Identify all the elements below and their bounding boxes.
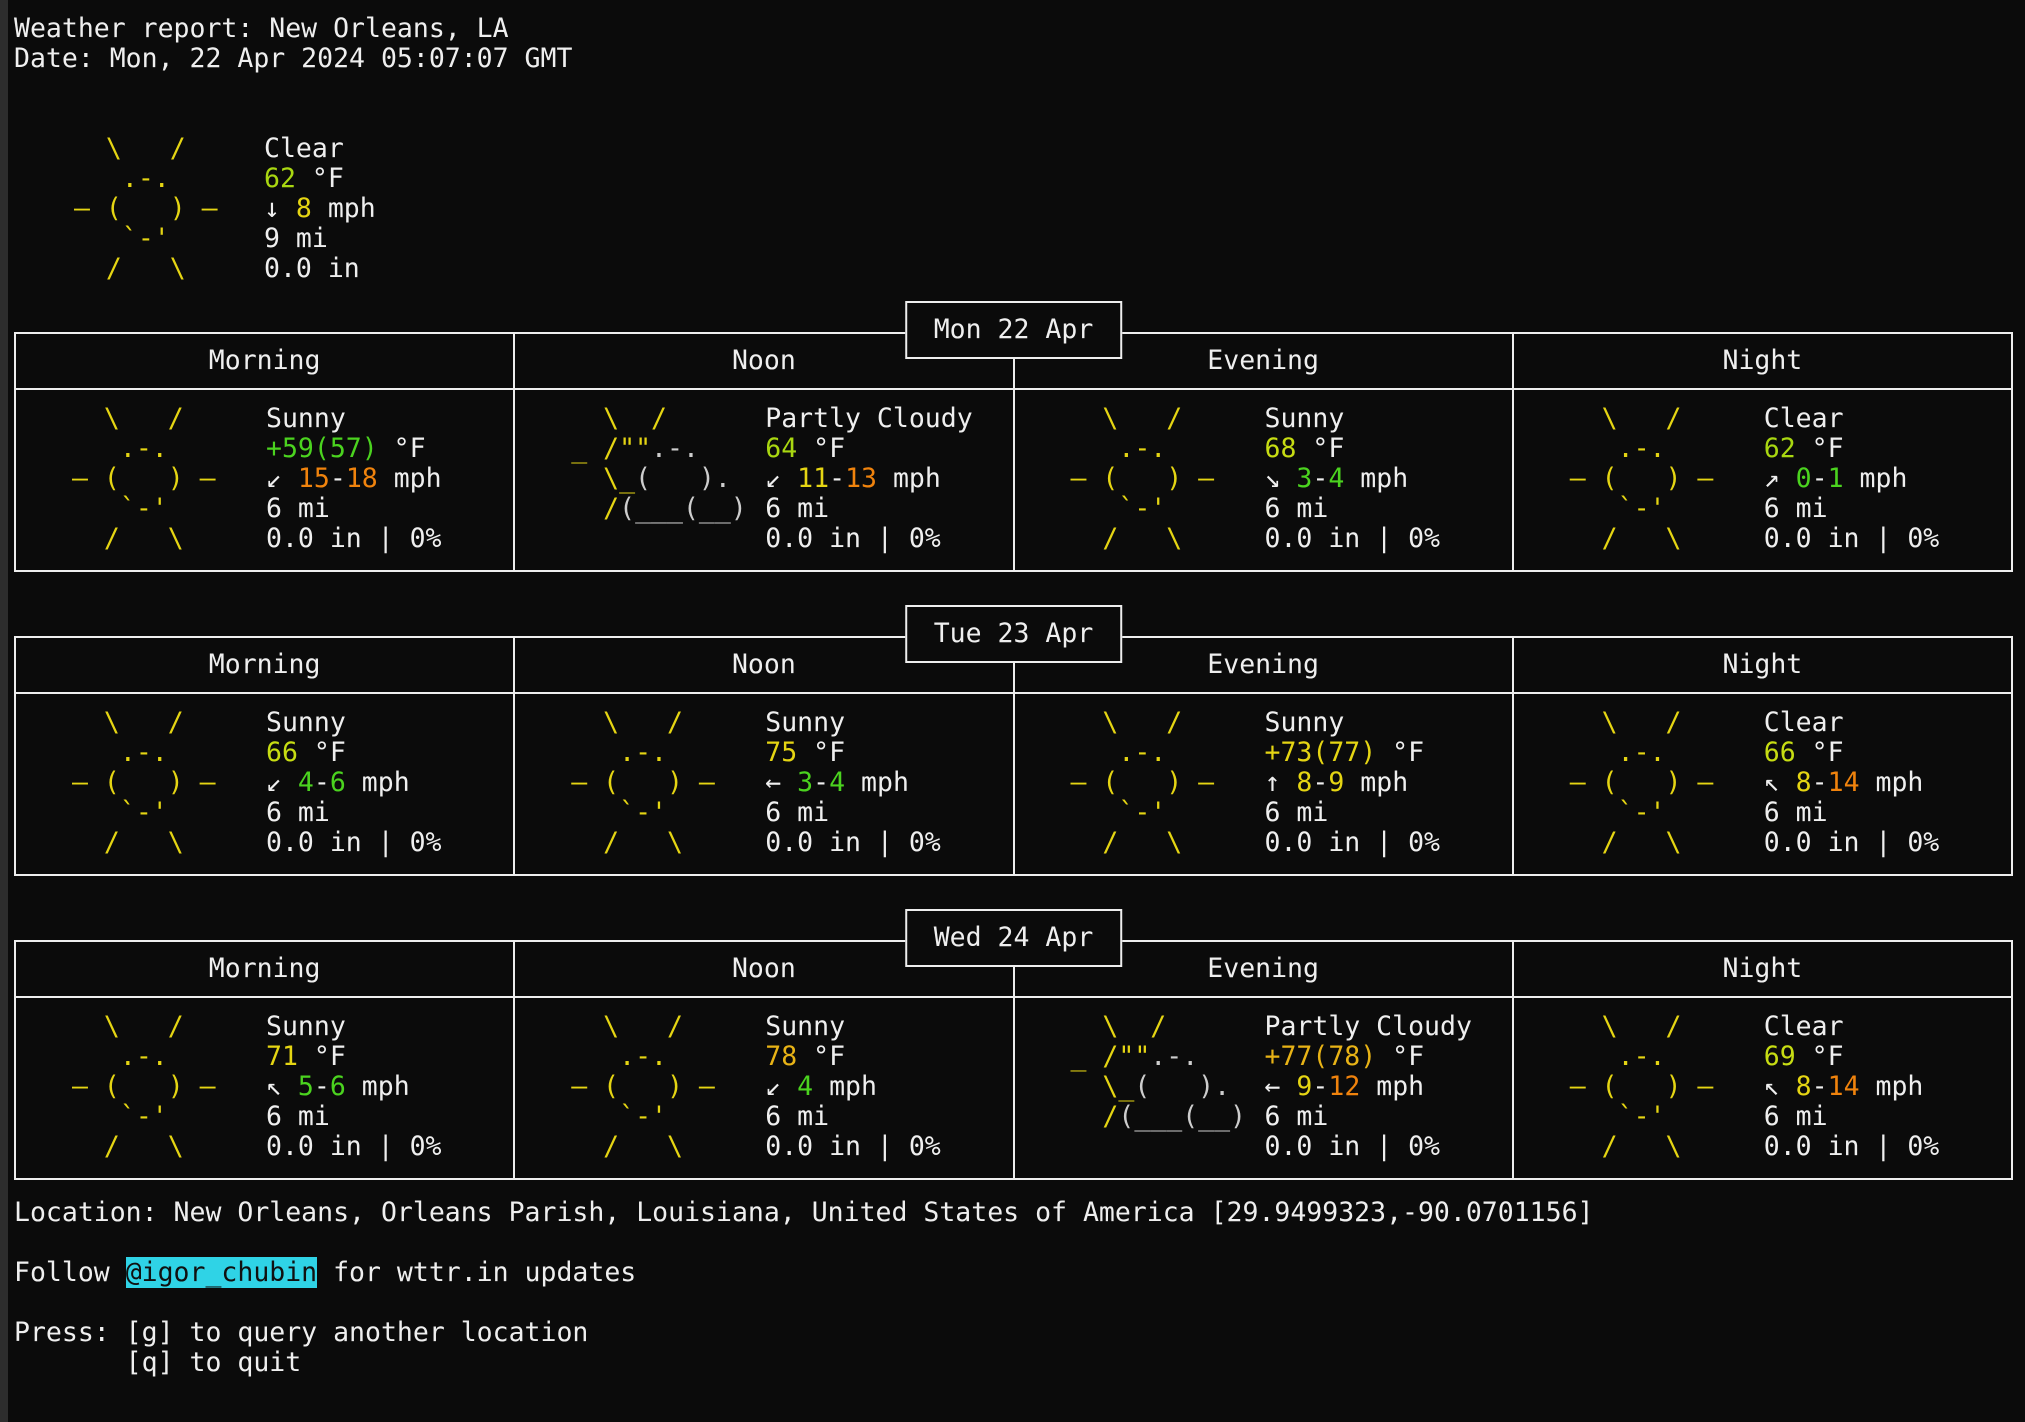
forecast-cell-wed-morning: \ / .-. ― ( ) ― `-' / \ Sunny 71 °F ↖ 5-…	[16, 998, 513, 1178]
date-box-tue: Tue 23 Apr	[905, 605, 1123, 663]
sun-icon: \ / .-. ― ( ) ― `-' / \	[14, 134, 264, 284]
date-box-wed: Wed 24 Apr	[905, 909, 1123, 967]
partly-cloudy-icon: \ / _ /"".-. \_( ). /(___(__)	[1015, 1012, 1265, 1162]
column-header-night: Night	[1512, 334, 2011, 388]
cell-info: Partly Cloudy 64 °F ↙ 11-13 mph 6 mi 0.0…	[765, 404, 972, 554]
cell-info: Sunny 68 °F ↘ 3-4 mph 6 mi 0.0 in | 0%	[1265, 404, 1441, 554]
forecast-cell-wed-noon: \ / .-. ― ( ) ― `-' / \ Sunny 78 °F ↙ 4 …	[513, 998, 1012, 1178]
sun-icon: \ / .-. ― ( ) ― `-' / \	[515, 1012, 765, 1162]
cell-info: Sunny 66 °F ↙ 4-6 mph 6 mi 0.0 in | 0%	[266, 708, 442, 858]
column-header-morning: Morning	[16, 334, 513, 388]
column-header-night: Night	[1512, 638, 2011, 692]
forecast-row: \ / .-. ― ( ) ― `-' / \ Sunny +59(57) °F…	[16, 390, 2011, 570]
follow-line: Follow @igor_chubin for wttr.in updates	[14, 1258, 2025, 1288]
forecast-cell-tue-morning: \ / .-. ― ( ) ― `-' / \ Sunny 66 °F ↙ 4-…	[16, 694, 513, 874]
column-header-night: Night	[1512, 942, 2011, 996]
follow-prefix: Follow	[14, 1257, 126, 1288]
sun-icon: \ / .-. ― ( ) ― `-' / \	[16, 708, 266, 858]
cell-info: Clear 69 °F ↖ 8-14 mph 6 mi 0.0 in | 0%	[1764, 1012, 1940, 1162]
sun-icon: \ / .-. ― ( ) ― `-' / \	[515, 708, 765, 858]
sun-icon: \ / .-. ― ( ) ― `-' / \	[1514, 1012, 1764, 1162]
cell-info: Sunny +59(57) °F ↙ 15-18 mph 6 mi 0.0 in…	[266, 404, 442, 554]
cell-info: Clear 62 °F ↗ 0-1 mph 6 mi 0.0 in | 0%	[1764, 404, 1940, 554]
sun-icon: \ / .-. ― ( ) ― `-' / \	[1514, 708, 1764, 858]
sun-icon: \ / .-. ― ( ) ― `-' / \	[16, 1012, 266, 1162]
sun-icon: \ / .-. ― ( ) ― `-' / \	[1514, 404, 1764, 554]
report-title: Weather report: New Orleans, LA	[14, 14, 2025, 44]
forecast-row: \ / .-. ― ( ) ― `-' / \ Sunny 66 °F ↙ 4-…	[16, 694, 2011, 874]
forecast-cell-mon-noon: \ / _ /"".-. \_( ). /(___(__)Partly Clou…	[513, 390, 1012, 570]
forecast-cell-mon-morning: \ / .-. ― ( ) ― `-' / \ Sunny +59(57) °F…	[16, 390, 513, 570]
current-conditions: \ / .-. ― ( ) ― `-' / \ Clear 62 °F ↓ 8 …	[14, 134, 2025, 284]
current-conditions-info: Clear 62 °F ↓ 8 mph 9 mi 0.0 in	[264, 134, 376, 284]
footer: Location: New Orleans, Orleans Parish, L…	[14, 1198, 2025, 1378]
column-header-morning: Morning	[16, 942, 513, 996]
cell-info: Clear 66 °F ↖ 8-14 mph 6 mi 0.0 in | 0%	[1764, 708, 1940, 858]
date-box-mon: Mon 22 Apr	[905, 301, 1123, 359]
cell-info: Sunny 71 °F ↖ 5-6 mph 6 mi 0.0 in | 0%	[266, 1012, 442, 1162]
forecast-sections: Mon 22 AprMorningNoonEveningNight \ / .-…	[14, 332, 2025, 1180]
column-header-morning: Morning	[16, 638, 513, 692]
cell-info: Partly Cloudy +77(78) °F ← 9-12 mph 6 mi…	[1265, 1012, 1472, 1162]
forecast-cell-wed-evening: \ / _ /"".-. \_( ). /(___(__)Partly Clou…	[1013, 998, 1512, 1178]
partly-cloudy-icon: \ / _ /"".-. \_( ). /(___(__)	[515, 404, 765, 554]
forecast-cell-tue-evening: \ / .-. ― ( ) ― `-' / \ Sunny +73(77) °F…	[1013, 694, 1512, 874]
day-section-mon: Mon 22 AprMorningNoonEveningNight \ / .-…	[14, 332, 2013, 572]
forecast-cell-tue-noon: \ / .-. ― ( ) ― `-' / \ Sunny 75 °F ← 3-…	[513, 694, 1012, 874]
cell-info: Sunny 75 °F ← 3-4 mph 6 mi 0.0 in | 0%	[765, 708, 941, 858]
cell-info: Sunny 78 °F ↙ 4 mph 6 mi 0.0 in | 0%	[765, 1012, 941, 1162]
cell-info: Sunny +73(77) °F ↑ 8-9 mph 6 mi 0.0 in |…	[1265, 708, 1441, 858]
terminal-screen[interactable]: Weather report: New Orleans, LA Date: Mo…	[0, 0, 2025, 1422]
twitter-handle: @igor_chubin	[126, 1257, 317, 1288]
press-hint-quit: [q] to quit	[14, 1348, 2025, 1378]
forecast-cell-mon-evening: \ / .-. ― ( ) ― `-' / \ Sunny 68 °F ↘ 3-…	[1013, 390, 1512, 570]
forecast-cell-wed-night: \ / .-. ― ( ) ― `-' / \ Clear 69 °F ↖ 8-…	[1512, 998, 2011, 1178]
day-section-tue: Tue 23 AprMorningNoonEveningNight \ / .-…	[14, 636, 2013, 876]
forecast-cell-mon-night: \ / .-. ― ( ) ― `-' / \ Clear 62 °F ↗ 0-…	[1512, 390, 2011, 570]
location-line: Location: New Orleans, Orleans Parish, L…	[14, 1198, 2025, 1228]
sun-icon: \ / .-. ― ( ) ― `-' / \	[1015, 404, 1265, 554]
press-hint-query: Press: [g] to query another location	[14, 1318, 2025, 1348]
forecast-row: \ / .-. ― ( ) ― `-' / \ Sunny 71 °F ↖ 5-…	[16, 998, 2011, 1178]
forecast-cell-tue-night: \ / .-. ― ( ) ― `-' / \ Clear 66 °F ↖ 8-…	[1512, 694, 2011, 874]
report-date: Date: Mon, 22 Apr 2024 05:07:07 GMT	[14, 44, 2025, 74]
sun-icon: \ / .-. ― ( ) ― `-' / \	[1015, 708, 1265, 858]
follow-suffix: for wttr.in updates	[317, 1257, 636, 1288]
sun-icon: \ / .-. ― ( ) ― `-' / \	[16, 404, 266, 554]
day-section-wed: Wed 24 AprMorningNoonEveningNight \ / .-…	[14, 940, 2013, 1180]
